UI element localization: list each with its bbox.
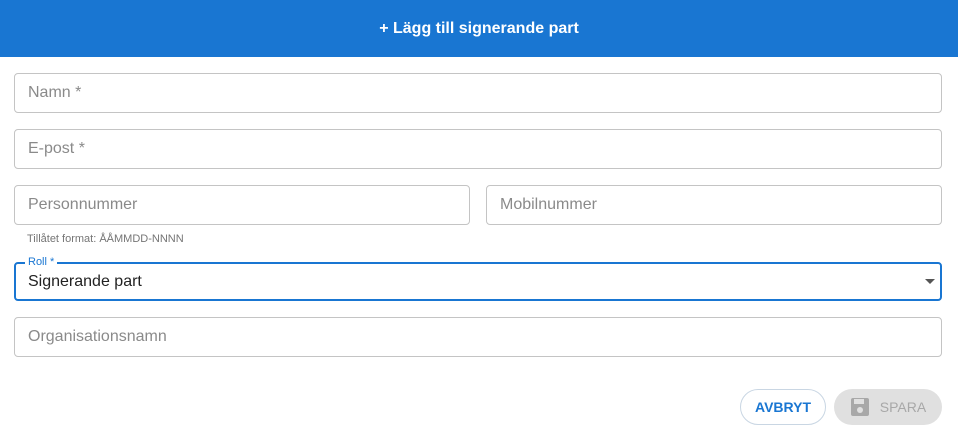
name-input[interactable] bbox=[15, 74, 941, 112]
floppy-disk-icon bbox=[850, 397, 870, 417]
personal-number-field[interactable] bbox=[14, 185, 470, 225]
save-button[interactable]: SPARA bbox=[834, 389, 942, 425]
organization-name-field[interactable] bbox=[14, 317, 942, 357]
cancel-button-label: AVBRYT bbox=[755, 399, 811, 415]
dialog-header: + Lägg till signerande part bbox=[0, 0, 958, 57]
dropdown-arrow-icon[interactable] bbox=[925, 279, 935, 284]
personal-number-input[interactable] bbox=[15, 186, 469, 224]
organization-name-input[interactable] bbox=[15, 318, 941, 356]
email-field[interactable] bbox=[14, 129, 942, 169]
role-label: Roll * bbox=[25, 255, 58, 269]
email-input[interactable] bbox=[15, 130, 941, 168]
personal-number-helper-text: Tillåtet format: ÅÅMMDD-NNNN bbox=[27, 233, 184, 245]
role-selected-value: Signerande part bbox=[28, 273, 142, 290]
dialog-title: + Lägg till signerande part bbox=[379, 19, 579, 37]
mobile-number-field[interactable] bbox=[486, 185, 942, 225]
mobile-number-input[interactable] bbox=[487, 186, 941, 224]
cancel-button[interactable]: AVBRYT bbox=[740, 389, 826, 425]
name-field[interactable] bbox=[14, 73, 942, 113]
role-select[interactable]: Roll * Signerande part bbox=[14, 255, 942, 301]
save-button-label: SPARA bbox=[879, 399, 927, 415]
